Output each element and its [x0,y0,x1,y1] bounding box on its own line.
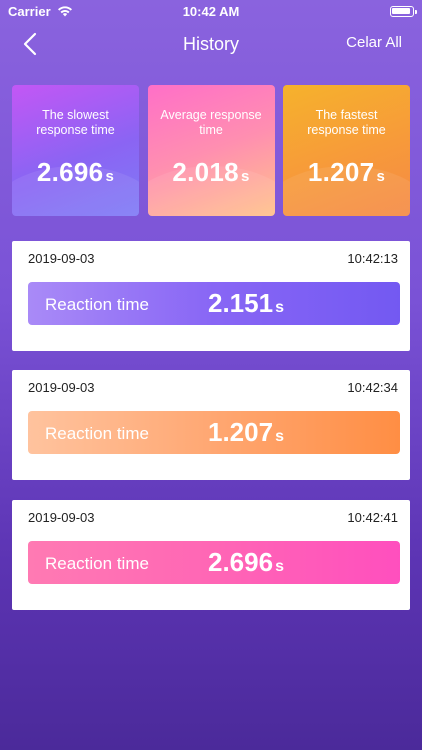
status-right [386,5,417,17]
history-record[interactable]: 2019-09-03 10:42:34 Reaction time 1.207 s [12,370,410,480]
status-left: Carrier [8,4,73,19]
reaction-time-label: Reaction time [45,295,149,314]
reaction-number: 2.696 [208,547,274,577]
record-date: 2019-09-03 [28,380,95,395]
reaction-time-bar: Reaction time 1.207 s [28,411,400,454]
reaction-unit: s [275,428,284,445]
stat-number: 1.207 [307,157,375,187]
stat-label: Average response time [160,108,262,137]
reaction-number: 2.151 [208,288,274,318]
reaction-time-label: Reaction time [45,424,149,443]
stat-unit: s [240,168,250,185]
battery-icon [390,5,417,17]
reaction-time-bar: Reaction time 2.151 s [28,282,400,325]
status-bar: Carrier 10:42 AM [0,0,422,22]
fastest-stat-card: The fastest response time 1.207 s [283,85,410,216]
page-title: History [182,33,239,54]
reaction-time-value: 2.696 s [208,547,284,578]
reaction-unit: s [275,558,284,575]
carrier-label: Carrier [8,3,51,19]
history-record[interactable]: 2019-09-03 10:42:41 Reaction time 2.696 s [12,500,410,610]
stat-unit: s [105,168,115,185]
back-button[interactable] [14,28,46,60]
stat-value: 2.018 s [148,157,275,188]
reaction-unit: s [275,299,284,316]
average-stat-card: Average response time 2.018 s [147,85,275,216]
stat-label: The slowest response time [36,108,115,137]
reaction-time-bar: Reaction time 2.696 s [28,541,400,584]
nav-bar: History Celar All [0,22,422,66]
slowest-stat-card: The slowest response time 2.696 s [12,85,139,216]
record-date: 2019-09-03 [28,510,95,525]
clear-all-button[interactable]: Celar All [346,34,402,51]
stat-number: 2.696 [36,157,104,187]
stat-number: 2.018 [172,157,239,187]
reaction-time-value: 2.151 s [208,288,284,319]
reaction-time-label: Reaction time [45,554,149,573]
chevron-left-icon [23,32,37,56]
stat-value: 1.207 s [283,157,410,188]
record-date: 2019-09-03 [28,251,95,266]
record-time: 10:42:41 [347,510,398,525]
reaction-number: 1.207 [208,417,274,447]
stats-row: The slowest response time 2.696 s Average… [12,85,410,216]
history-record[interactable]: 2019-09-03 10:42:13 Reaction time 2.151 s [12,241,410,351]
stat-value: 2.696 s [12,157,139,188]
stat-unit: s [376,168,386,185]
record-time: 10:42:13 [347,251,398,266]
wifi-icon [57,6,72,17]
reaction-time-value: 1.207 s [208,417,284,448]
record-time: 10:42:34 [347,380,398,395]
stat-label: The fastest response time [307,108,386,137]
